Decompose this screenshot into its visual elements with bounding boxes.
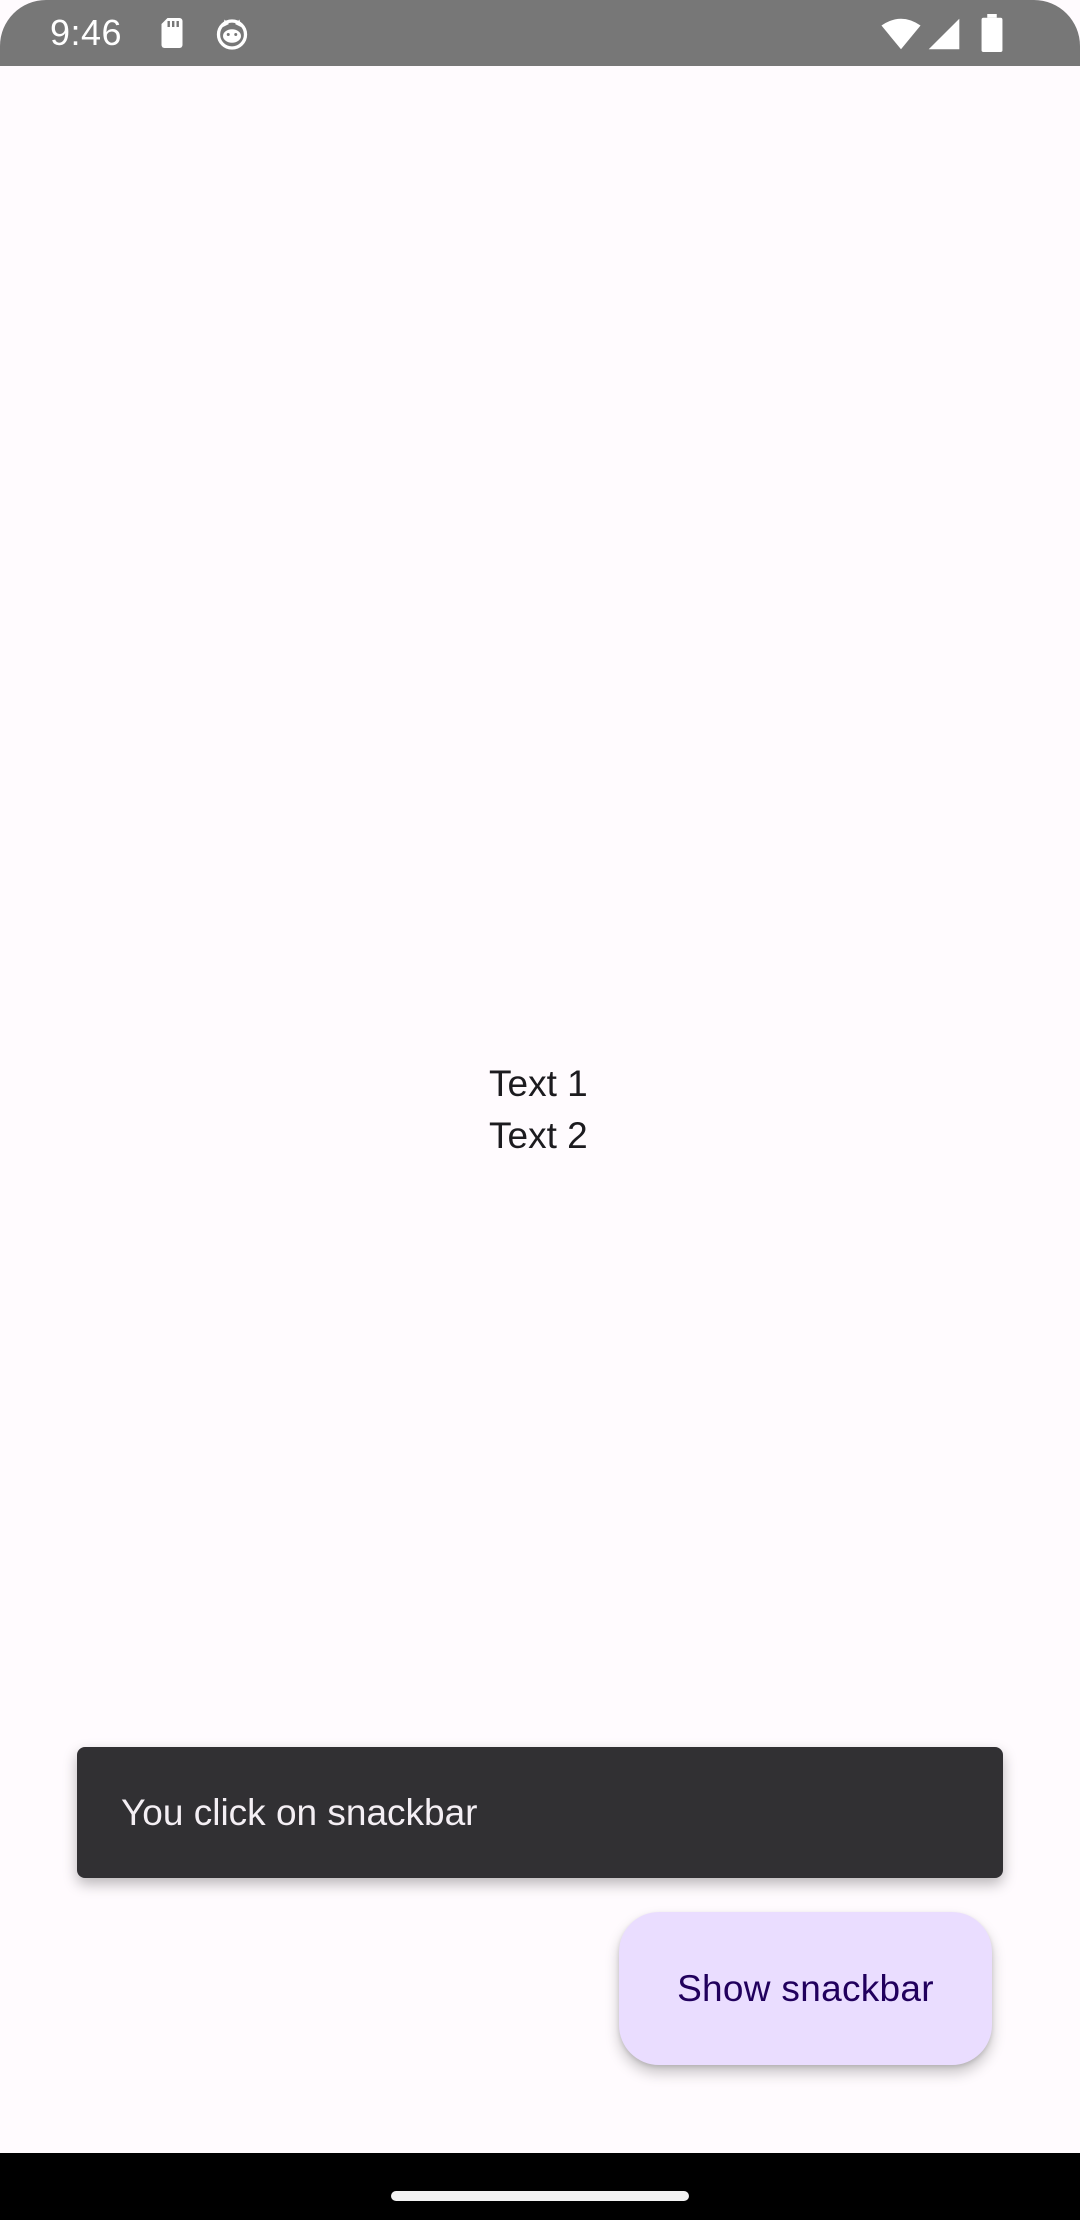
text-2: Text 2 <box>489 1115 588 1156</box>
battery-icon <box>981 14 1003 52</box>
snackbar-message: You click on snackbar <box>121 1792 478 1833</box>
wifi-icon <box>881 18 921 50</box>
show-snackbar-button[interactable]: Show snackbar <box>619 1912 992 2065</box>
signal-icon <box>928 18 960 50</box>
sd-card-icon <box>161 18 183 48</box>
navigation-bar <box>0 2153 1080 2220</box>
app-screen: 9:46 Text 1 Text 2 You click on snackbar… <box>0 0 1080 2220</box>
text-1: Text 1 <box>489 1063 588 1104</box>
home-indicator[interactable] <box>391 2191 689 2201</box>
cat-icon <box>216 19 248 50</box>
status-bar: 9:46 <box>0 0 1080 66</box>
snackbar[interactable]: You click on snackbar <box>77 1747 1003 1878</box>
status-time: 9:46 <box>50 12 123 53</box>
